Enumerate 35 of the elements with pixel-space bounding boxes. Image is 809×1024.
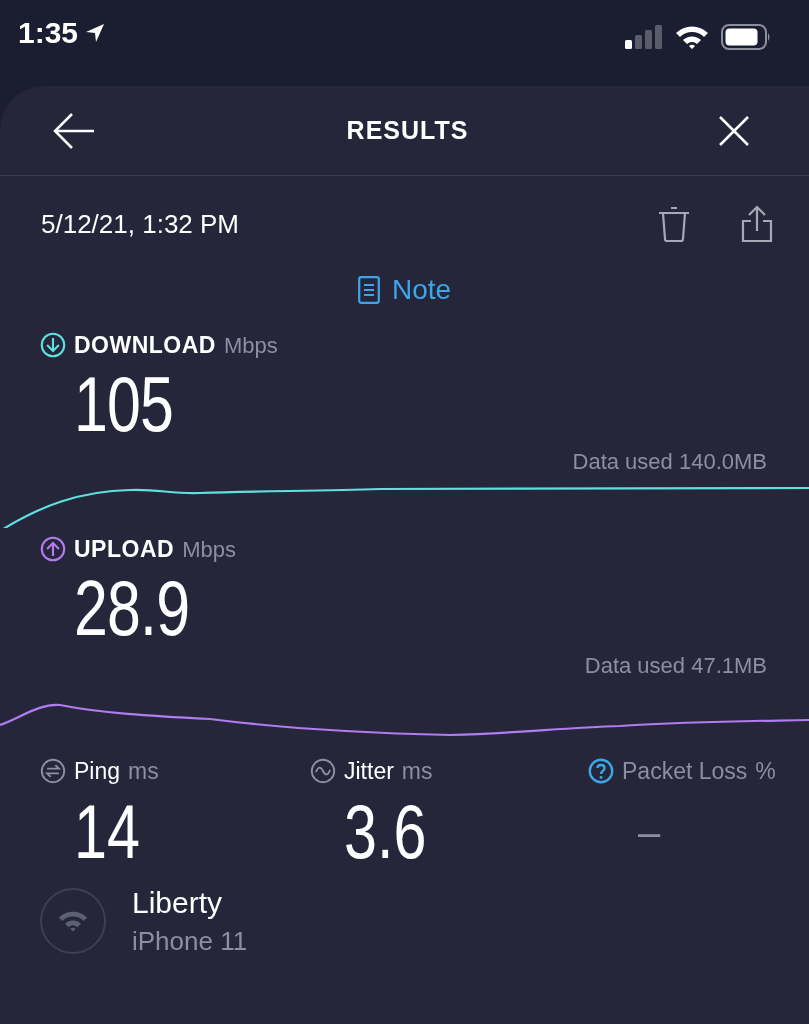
note-icon: [357, 276, 380, 304]
screen-title: RESULTS: [346, 114, 469, 146]
device-name: iPhone 11: [132, 924, 248, 958]
metric-value: 14: [74, 793, 140, 870]
speed-value: 28.9: [74, 568, 190, 647]
share-button[interactable]: [741, 205, 773, 243]
data-used-text: Data used 140.0MB: [572, 447, 767, 476]
result-date: 5/12/21, 1:32 PM: [41, 207, 240, 241]
unit-label: %: [755, 757, 776, 786]
clock-time: 1:35: [18, 18, 79, 48]
wifi-icon: [40, 887, 106, 954]
unit-label: ms: [128, 757, 159, 786]
speed-label: UPLOAD: [74, 535, 175, 564]
battery-icon: [721, 24, 771, 50]
metric-label: Packet Loss: [622, 757, 748, 786]
metric-value: –: [638, 811, 661, 852]
metric-label: Jitter: [344, 757, 394, 786]
note-button[interactable]: Note: [357, 264, 452, 316]
unit-label: ms: [401, 757, 433, 786]
unit-label: Mbps: [224, 331, 278, 360]
signal-icon: [625, 25, 663, 49]
wifi-icon: [675, 25, 709, 49]
unit-label: Mbps: [182, 535, 236, 564]
question-circle-icon: [588, 758, 614, 785]
arrows-circle-icon: [40, 758, 66, 785]
location-arrow-icon: [84, 22, 107, 44]
metric-value: 3.6: [344, 793, 427, 870]
wave-circle-icon: [310, 758, 336, 785]
data-used-text: Data used 47.1MB: [584, 651, 767, 680]
speed-value: 105: [74, 364, 174, 443]
metric-label: Ping: [74, 757, 121, 786]
network-name: Liberty: [132, 884, 224, 921]
speed-label: DOWNLOAD: [74, 331, 216, 360]
close-button[interactable]: [717, 113, 751, 148]
delete-button[interactable]: [657, 205, 691, 243]
